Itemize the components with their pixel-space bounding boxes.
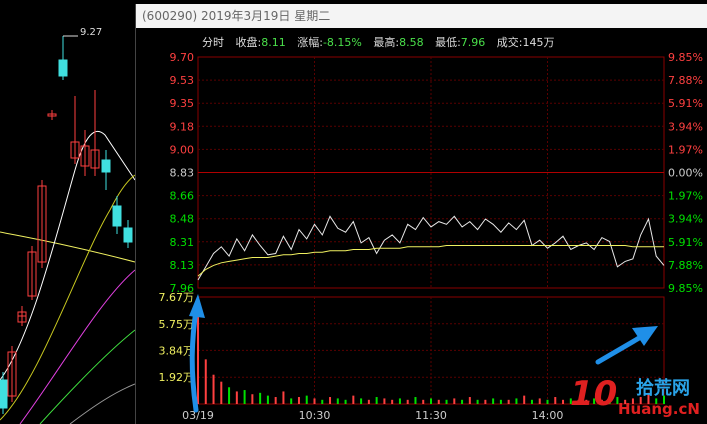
ma-grey-line — [69, 383, 135, 424]
pct-tick-label: 1.97% — [668, 143, 703, 156]
ma-yellow-line — [0, 231, 135, 263]
volume-bar — [228, 387, 231, 404]
volume-bar — [259, 392, 262, 404]
time-tick-label: 10:30 — [299, 409, 331, 422]
volume-bar — [445, 399, 448, 404]
volume-bar — [383, 398, 386, 404]
ma-magenta-line — [19, 269, 135, 424]
pct-tick-label: 7.88% — [668, 259, 703, 272]
annotation-arrowhead-right — [632, 326, 658, 346]
volume-bar — [430, 398, 432, 404]
volume-bar — [530, 399, 533, 404]
pct-tick-label: 3.94% — [668, 213, 703, 226]
volume-bar — [406, 399, 409, 404]
popup-title: (600290) 2019年3月19日 星期二 — [142, 9, 331, 23]
watermark-logo: 10 拾荒网 Huang.cN — [566, 368, 707, 424]
volume-bar — [562, 399, 565, 404]
candle-body — [0, 379, 8, 409]
time-tick-label: 14:00 — [532, 409, 564, 422]
volume-tick-label: 7.67万 — [159, 291, 195, 304]
volume-bar — [352, 395, 355, 404]
candle-body — [101, 159, 111, 173]
candle-body — [112, 205, 122, 227]
volume-bar — [360, 398, 363, 404]
volume-bar — [251, 394, 254, 404]
price-tick-label: 8.83 — [170, 167, 195, 180]
volume-bar — [344, 399, 347, 404]
annotation-arrow-right — [595, 331, 649, 365]
candle-body — [58, 59, 68, 77]
volume-bar — [523, 395, 526, 404]
volume-bar — [461, 399, 464, 404]
volume-bar — [492, 398, 495, 404]
volume-bar — [468, 397, 471, 404]
pct-tick-label: 5.91% — [668, 236, 703, 249]
pct-tick-label: 9.85% — [668, 51, 703, 64]
volume-bar — [554, 397, 557, 404]
volume-bar — [398, 398, 401, 404]
volume-bar — [305, 395, 308, 404]
volume-bar — [499, 399, 502, 404]
volume-bar — [297, 397, 300, 404]
watermark-number: 10 — [570, 374, 618, 414]
volume-bar — [538, 398, 541, 404]
volume-bar — [243, 390, 246, 404]
price-tick-label: 9.18 — [170, 120, 195, 133]
price-tick-label: 9.70 — [170, 51, 195, 64]
volume-bar — [414, 397, 417, 404]
volume-tick-label: 1.92万 — [159, 371, 195, 384]
price-tick-label: 8.13 — [170, 259, 195, 272]
price-tick-label: 9.00 — [170, 143, 195, 156]
time-tick-label: 11:30 — [415, 409, 447, 422]
volume-bar — [476, 399, 479, 404]
volume-tick-label: 3.84万 — [159, 344, 195, 357]
volume-bar — [235, 391, 238, 404]
price-tick-label: 8.31 — [170, 236, 195, 249]
volume-bar — [515, 398, 518, 404]
price-tick-label: 8.66 — [170, 190, 195, 203]
pct-tick-label: 9.85% — [668, 282, 703, 295]
pct-tick-label: 3.94% — [668, 120, 703, 133]
volume-bar — [375, 397, 378, 404]
ma-white-line — [0, 130, 135, 381]
volume-bar — [329, 397, 332, 404]
volume-bar — [422, 399, 425, 404]
volume-bar — [546, 399, 549, 404]
volume-bar — [290, 398, 293, 404]
pct-tick-label: 0.00% — [668, 167, 703, 180]
volume-tick-label: 5.75万 — [159, 318, 195, 331]
volume-bar — [266, 395, 269, 404]
volume-bar — [391, 399, 394, 404]
volume-bar — [313, 398, 316, 404]
ma-green-line — [39, 329, 135, 424]
watermark-en: Huang.cN — [618, 400, 700, 418]
candle-body — [123, 227, 133, 243]
volume-bar — [484, 399, 487, 404]
pct-tick-label: 7.88% — [668, 74, 703, 87]
volume-bar — [453, 398, 456, 404]
price-tick-label: 8.48 — [170, 213, 195, 226]
volume-bar — [282, 391, 285, 404]
pct-tick-label: 1.97% — [668, 190, 703, 203]
kline-high-label: 9.27 — [80, 27, 102, 38]
pct-tick-label: 5.91% — [668, 97, 703, 110]
volume-bar — [507, 399, 510, 404]
volume-bar — [220, 381, 223, 404]
kline-background-chart: 9.27 — [0, 27, 135, 424]
price-tick-label: 9.53 — [170, 74, 195, 87]
popup-titlebar[interactable]: (600290) 2019年3月19日 星期二 — [136, 4, 707, 28]
price-tick-label: 9.35 — [170, 97, 195, 110]
watermark-cn: 拾荒网 — [636, 378, 690, 399]
volume-bar — [204, 359, 207, 404]
volume-bar — [212, 374, 215, 404]
volume-bar — [437, 399, 440, 404]
volume-bar — [321, 399, 324, 404]
annotation-arrow-left — [189, 307, 199, 413]
volume-bar — [274, 397, 277, 404]
intraday-popup[interactable]: (600290) 2019年3月19日 星期二 分时 收盘:8.11 涨幅:-8… — [135, 4, 707, 424]
volume-bar — [367, 399, 370, 404]
volume-bar — [336, 398, 339, 404]
